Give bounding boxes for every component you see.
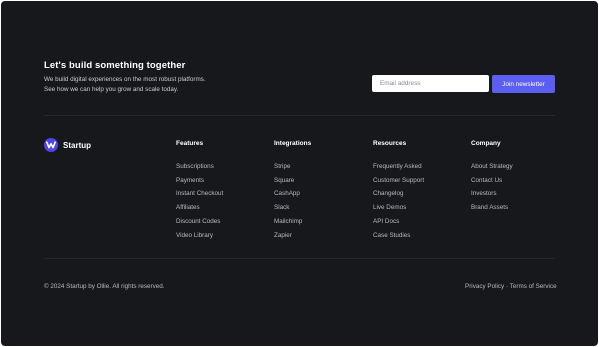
footer-link[interactable]: Instant Checkout: [176, 187, 223, 201]
brand-name: Startup: [63, 140, 91, 150]
footer-column-features: Features Subscriptions Payments Instant …: [176, 140, 223, 242]
privacy-policy-link[interactable]: Privacy Policy: [465, 283, 504, 290]
footer-link[interactable]: Slack: [274, 201, 311, 215]
footer-link[interactable]: Subscriptions: [176, 160, 223, 174]
cta-title: Let's build something together: [44, 60, 186, 71]
column-title: Features: [176, 140, 204, 147]
divider: [44, 115, 555, 116]
column-title: Resources: [373, 140, 407, 147]
footer-link[interactable]: Contact Us: [471, 174, 513, 188]
footer-link[interactable]: Stripe: [274, 160, 311, 174]
join-newsletter-button[interactable]: Join newsletter: [492, 75, 555, 93]
site-footer: Let's build something together We build …: [1, 1, 598, 346]
footer-link[interactable]: Live Demos: [373, 201, 424, 215]
terms-of-service-link[interactable]: Terms of Service: [510, 283, 557, 290]
footer-link[interactable]: API Docs: [373, 215, 424, 229]
footer-link[interactable]: Brand Assets: [471, 201, 513, 215]
footer-link[interactable]: Zapier: [274, 229, 311, 243]
footer-link[interactable]: CashApp: [274, 187, 311, 201]
column-title: Integrations: [274, 140, 312, 147]
cta-description-line: See how we can help you grow and scale t…: [44, 86, 179, 93]
footer-link[interactable]: Square: [274, 174, 311, 188]
footer-link[interactable]: Changelog: [373, 187, 424, 201]
brand-logo-link[interactable]: Startup: [44, 138, 91, 152]
footer-link[interactable]: Frequently Asked: [373, 160, 424, 174]
footer-link[interactable]: Customer Support: [373, 174, 424, 188]
email-input[interactable]: [372, 75, 489, 92]
cta-description: We build digital experiences on the most…: [44, 75, 206, 95]
footer-link[interactable]: Investors: [471, 187, 513, 201]
footer-link[interactable]: Discount Codes: [176, 215, 223, 229]
column-title: Company: [471, 140, 501, 147]
divider: [44, 258, 555, 259]
legal-links: Privacy Policy · Terms of Service: [465, 283, 557, 290]
footer-link[interactable]: About Strategy: [471, 160, 513, 174]
footer-column-integrations: Integrations Stripe Square CashApp Slack…: [274, 140, 311, 242]
wave-icon: [44, 138, 58, 152]
footer-column-resources: Resources Frequently Asked Customer Supp…: [373, 140, 424, 242]
footer-column-company: Company About Strategy Contact Us Invest…: [471, 140, 513, 215]
footer-link[interactable]: Mailchimp: [274, 215, 311, 229]
footer-link[interactable]: Affiliates: [176, 201, 223, 215]
legal-separator: ·: [505, 283, 509, 290]
footer-link[interactable]: Payments: [176, 174, 223, 188]
footer-link[interactable]: Video Library: [176, 229, 223, 243]
copyright-text: © 2024 Startup by Ollie. All rights rese…: [44, 283, 165, 290]
footer-link[interactable]: Case Studies: [373, 229, 424, 243]
cta-description-line: We build digital experiences on the most…: [44, 76, 206, 83]
